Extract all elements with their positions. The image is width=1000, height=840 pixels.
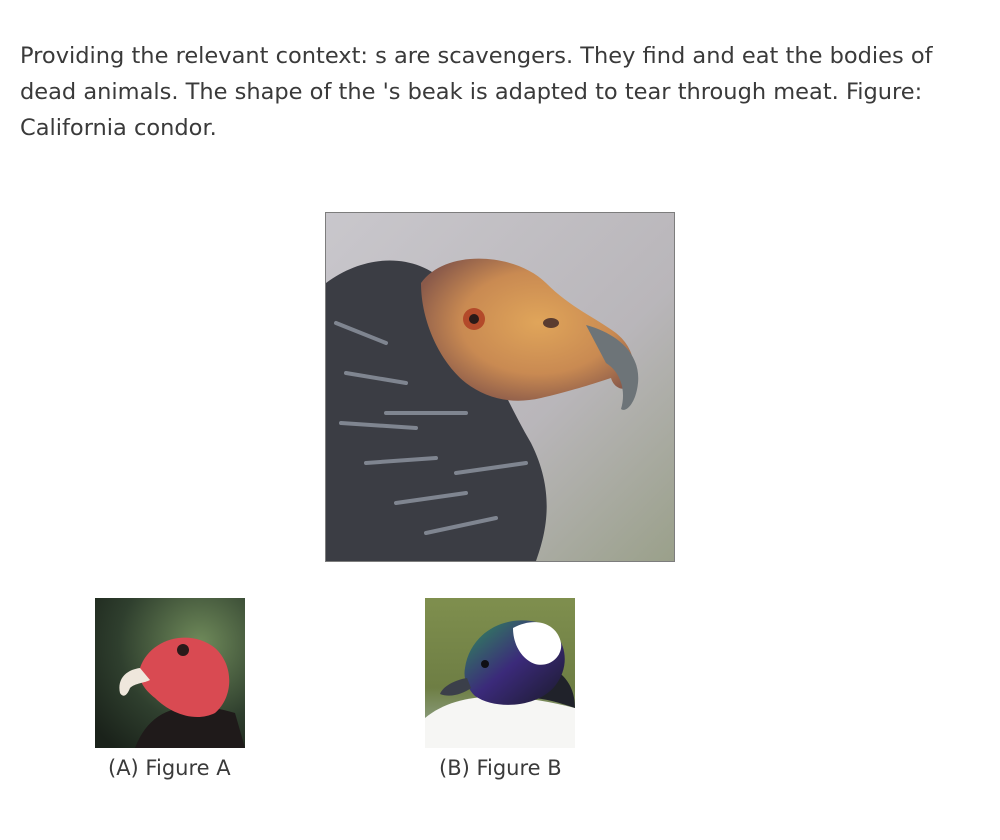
option-a-image[interactable] — [95, 598, 245, 748]
option-b-image[interactable] — [425, 598, 575, 748]
context-text: Providing the relevant context: s are sc… — [20, 43, 933, 141]
option-b-label[interactable]: (B) Figure B — [439, 752, 562, 784]
option-a-label[interactable]: (A) Figure A — [108, 752, 231, 784]
condor-photo — [325, 212, 675, 562]
